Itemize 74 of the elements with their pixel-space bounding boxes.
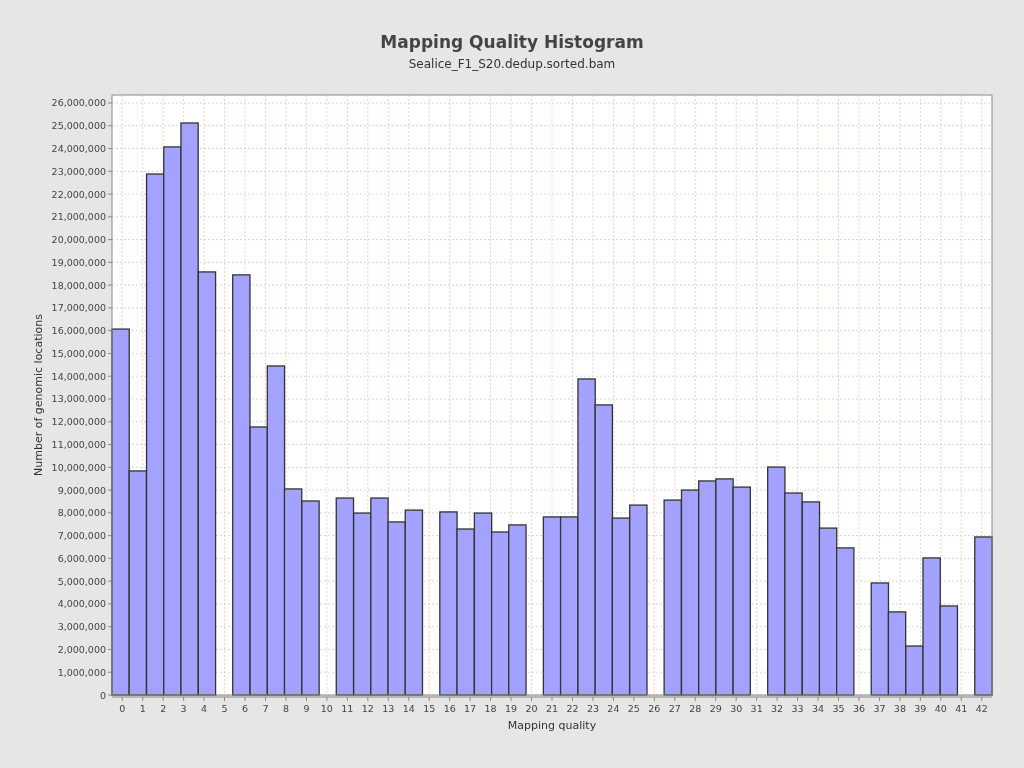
x-axis-tick-label: 35: [832, 703, 845, 714]
x-axis-tick-label: 9: [303, 703, 310, 714]
y-axis-tick-label: 21,000,000: [51, 211, 106, 223]
y-axis-tick-label: 2,000,000: [57, 643, 106, 655]
y-axis-tick-label: 18,000,000: [51, 279, 106, 291]
y-axis-tick-label: 22,000,000: [51, 188, 106, 200]
x-axis-title: Mapping quality: [507, 719, 597, 732]
x-axis-tick-label: 34: [812, 703, 825, 714]
x-axis-tick-label: 32: [771, 703, 784, 714]
x-axis-tick-label: 25: [627, 703, 640, 714]
x-axis-tick-label: 3: [180, 703, 187, 714]
y-axis-tick-label: 11,000,000: [51, 439, 106, 451]
x-axis-tick-label: 30: [730, 703, 743, 714]
x-axis-tick-label: 40: [934, 703, 947, 714]
x-axis-tick-label: 26: [648, 703, 661, 714]
chart-title: Mapping Quality Histogram: [380, 31, 644, 54]
x-axis-tick-label: 16: [443, 703, 456, 714]
y-axis-title: Number of genomic locations: [32, 314, 45, 476]
x-axis-tick-label: 0: [119, 703, 126, 714]
x-axis-tick-label: 11: [341, 703, 354, 714]
x-axis-tick-label: 5: [221, 703, 228, 714]
x-axis-tick-label: 33: [791, 703, 804, 714]
x-axis-tick-label: 36: [852, 703, 865, 714]
chart-subtitle: Sealice_F1_S20.dedup.sorted.bam: [408, 56, 616, 73]
y-axis-tick-label: 5,000,000: [57, 575, 106, 587]
y-axis-tick-label: 25,000,000: [51, 120, 106, 132]
y-axis-tick-label: 12,000,000: [51, 416, 106, 428]
x-axis-tick-label: 15: [423, 703, 436, 714]
y-axis-tick-label: 4,000,000: [57, 598, 106, 610]
y-axis-tick-label: 17,000,000: [51, 302, 106, 314]
y-axis-tick-label: 9,000,000: [57, 484, 106, 496]
y-axis-tick-label: 0: [99, 689, 106, 701]
x-axis-tick-label: 7: [262, 703, 269, 714]
x-axis-tick-label: 18: [484, 703, 497, 714]
x-axis-tick-label: 19: [505, 703, 518, 714]
y-axis-tick-label: 3,000,000: [57, 621, 106, 633]
x-axis-tick-label: 20: [525, 703, 538, 714]
x-axis-tick-label: 28: [689, 703, 702, 714]
x-axis-tick-label: 12: [361, 703, 374, 714]
x-axis-tick-label: 27: [668, 703, 681, 714]
x-axis-tick-label: 13: [382, 703, 395, 714]
y-axis-tick-label: 13,000,000: [51, 393, 106, 405]
y-axis-tick-label: 23,000,000: [51, 165, 106, 177]
x-axis-tick-label: 21: [545, 703, 559, 714]
y-axis-tick-label: 10,000,000: [51, 461, 106, 473]
x-axis-tick-label: 10: [320, 703, 333, 714]
x-axis-tick-label: 8: [282, 703, 289, 714]
y-axis-tick-label: 24,000,000: [51, 143, 106, 154]
x-axis-tick-label: 24: [607, 703, 620, 714]
x-axis-tick-label: 37: [873, 703, 886, 714]
x-axis-tick-label: 2: [160, 703, 167, 714]
x-axis-tick-label: 41: [955, 703, 968, 714]
x-axis-tick-label: 6: [242, 703, 249, 714]
x-axis-tick-label: 14: [402, 703, 415, 714]
y-axis-tick-label: 8,000,000: [57, 507, 106, 519]
y-axis-tick-label: 16,000,000: [51, 325, 106, 337]
y-axis-tick-label: 26,000,000: [51, 97, 106, 109]
y-axis-tick-label: 20,000,000: [51, 234, 106, 246]
x-axis-tick-label: 17: [464, 703, 477, 714]
x-axis-tick-label: 39: [914, 703, 927, 714]
y-axis-tick-label: 19,000,000: [51, 256, 106, 268]
y-axis-tick-label: 7,000,000: [57, 530, 106, 542]
x-axis-tick-label: 29: [709, 703, 722, 714]
y-axis-tick-label: 6,000,000: [57, 552, 106, 564]
x-axis-tick-label: 22: [566, 703, 579, 714]
x-axis-tick-label: 1: [139, 703, 146, 714]
x-axis-tick-label: 4: [201, 703, 208, 714]
x-axis-tick-label: 31: [750, 703, 763, 714]
x-axis-tick-label: 38: [893, 703, 906, 714]
y-axis-tick-label: 14,000,000: [51, 370, 106, 382]
x-axis-tick-label: 23: [586, 703, 599, 714]
x-axis-tick-label: 42: [975, 703, 988, 714]
y-axis-tick-label: 1,000,000: [57, 666, 106, 678]
y-axis-tick-label: 15,000,000: [51, 347, 106, 359]
